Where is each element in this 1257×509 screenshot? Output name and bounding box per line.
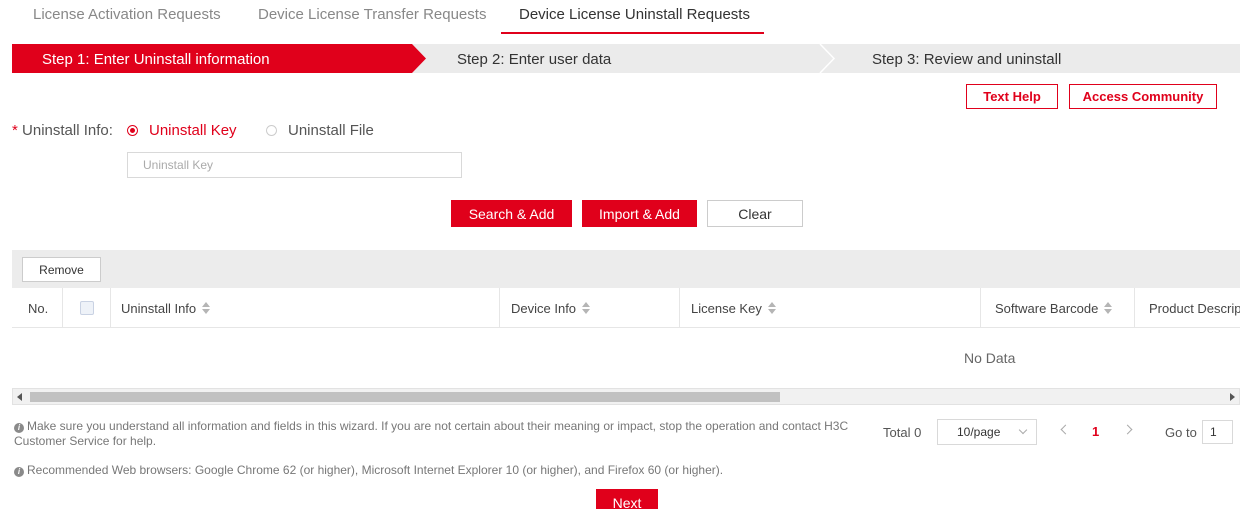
access-community-button[interactable]: Access Community [1069, 84, 1217, 109]
column-license-key[interactable]: License Key [691, 288, 777, 327]
tab-device-license-uninstall-requests[interactable]: Device License Uninstall Requests [519, 6, 750, 23]
table-header: No. Uninstall Info Device Info License K… [12, 288, 1240, 328]
import-add-button[interactable]: Import & Add [582, 200, 697, 227]
column-divider [110, 288, 111, 327]
info-icon: i [14, 467, 24, 477]
clear-button[interactable]: Clear [707, 200, 803, 227]
uninstall-key-radio[interactable] [127, 125, 138, 136]
uninstall-key-radio-label[interactable]: Uninstall Key [149, 122, 237, 139]
warning-note-text: Make sure you understand all information… [14, 419, 849, 448]
uninstall-file-radio[interactable] [266, 125, 277, 136]
column-divider [679, 288, 680, 327]
page-size-value: 10/page [957, 425, 1001, 439]
column-device-info-label: Device Info [511, 300, 577, 316]
chevron-down-icon [1018, 425, 1028, 435]
table-empty-text: No Data [964, 350, 1016, 366]
column-device-info[interactable]: Device Info [511, 288, 591, 327]
next-page-icon[interactable] [1122, 424, 1133, 435]
wizard-steps: Step 1: Enter Uninstall information Step… [12, 44, 1240, 73]
column-divider [980, 288, 981, 327]
uninstall-file-radio-label[interactable]: Uninstall File [288, 122, 374, 139]
page-size-select[interactable]: 10/page [937, 419, 1037, 445]
select-all-checkbox[interactable] [80, 301, 94, 315]
sort-icon[interactable] [202, 302, 211, 314]
column-license-key-label: License Key [691, 300, 762, 316]
goto-label: Go to [1165, 425, 1197, 440]
column-divider [1134, 288, 1135, 327]
search-add-button[interactable]: Search & Add [451, 200, 572, 227]
column-no: No. [28, 288, 49, 327]
uninstall-key-input[interactable] [127, 152, 462, 178]
column-no-label: No. [28, 300, 49, 316]
table-toolbar [12, 250, 1240, 288]
remove-button[interactable]: Remove [22, 257, 101, 282]
column-software-barcode[interactable]: Software Barcode [995, 288, 1113, 327]
column-product-description[interactable]: Product Descrip [1149, 288, 1240, 327]
browser-note-text: Recommended Web browsers: Google Chrome … [27, 463, 724, 477]
goto-page-input[interactable] [1202, 420, 1233, 444]
active-tab-indicator [501, 32, 764, 34]
step-1: Step 1: Enter Uninstall information [42, 51, 270, 68]
text-help-button[interactable]: Text Help [966, 84, 1058, 109]
browser-note: i Recommended Web browsers: Google Chrome… [14, 463, 914, 478]
column-uninstall-info[interactable]: Uninstall Info [121, 288, 211, 327]
column-divider [62, 288, 63, 327]
sort-icon[interactable] [767, 302, 777, 314]
required-mark: * [12, 122, 18, 139]
next-button[interactable]: Next [596, 489, 658, 509]
info-icon: i [14, 423, 24, 433]
tab-device-license-transfer-requests[interactable]: Device License Transfer Requests [258, 6, 486, 23]
column-uninstall-info-label: Uninstall Info [121, 300, 197, 316]
page-number-current[interactable]: 1 [1092, 424, 1099, 439]
tab-license-activation-requests[interactable]: License Activation Requests [33, 6, 221, 23]
horizontal-scrollbar[interactable] [12, 388, 1240, 405]
tab-bar: License Activation Requests Device Licen… [0, 0, 1257, 34]
uninstall-info-label: * Uninstall Info: [12, 122, 113, 139]
column-software-barcode-label: Software Barcode [995, 300, 1099, 316]
scrollbar-thumb[interactable] [30, 392, 780, 402]
step-2: Step 2: Enter user data [457, 51, 612, 68]
scroll-left-icon[interactable] [17, 393, 22, 401]
sort-icon[interactable] [1104, 302, 1113, 314]
column-divider [499, 288, 500, 327]
total-count: Total 0 [883, 425, 922, 440]
column-product-description-label: Product Descrip [1149, 300, 1240, 316]
sort-icon[interactable] [582, 302, 591, 314]
step-3: Step 3: Review and uninstall [872, 51, 1062, 68]
scroll-right-icon[interactable] [1230, 393, 1235, 401]
warning-note: i Make sure you understand all informatio… [14, 419, 864, 449]
previous-page-icon[interactable] [1060, 424, 1071, 435]
uninstall-info-label-text: Uninstall Info: [22, 122, 113, 139]
